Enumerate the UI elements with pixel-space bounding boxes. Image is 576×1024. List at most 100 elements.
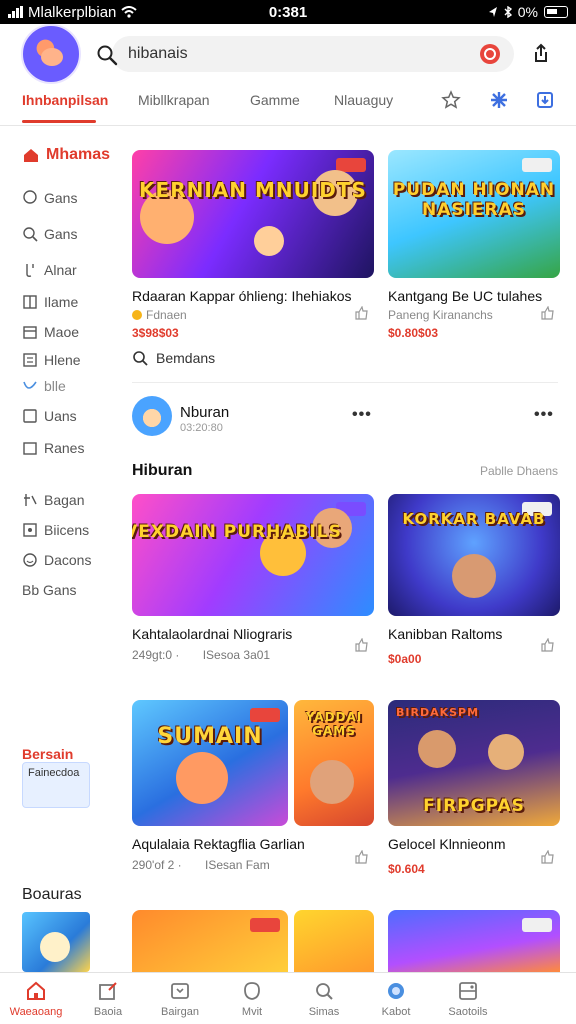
game-meta: 290'of 2 · ISesan Fam [132, 858, 270, 872]
publisher-row[interactable]: Nburan 03:20:80 ••• ••• [132, 394, 558, 440]
publisher-name[interactable]: Nburan [180, 404, 229, 421]
search-input[interactable] [128, 45, 458, 63]
game-art-subtitle: BIRDAKSPM [396, 706, 480, 719]
nav-item-7[interactable]: Saotoils [432, 973, 504, 1024]
sidebar-item-5[interactable]: Maoe [22, 324, 79, 340]
profile-avatar[interactable] [21, 24, 81, 84]
menu-badge [522, 918, 552, 932]
chat-icon [23, 190, 37, 204]
search-bar[interactable] [112, 36, 514, 72]
sidebar-item-10[interactable]: Bagan [22, 492, 84, 508]
coin-icon [132, 310, 142, 320]
search-icon[interactable] [96, 44, 118, 66]
battery-percent: 0% [517, 4, 538, 20]
game-title[interactable]: Gelocel Klnnieonm [388, 836, 560, 852]
star-icon[interactable] [441, 90, 461, 110]
like-icon[interactable] [540, 850, 554, 864]
puzzle-icon[interactable] [489, 90, 509, 110]
game-thumbnail: KORKAR BAVAB [388, 494, 560, 616]
publisher-avatar[interactable] [132, 396, 172, 436]
section-see-all-link[interactable]: Pablle Dhaens [480, 464, 558, 478]
sidebar-item-6[interactable]: Hlene [22, 352, 81, 368]
menu-badge [522, 158, 552, 172]
game-developer: Paneng Kirananchs [388, 308, 493, 322]
game-title[interactable]: Kanibban Raltoms [388, 626, 560, 642]
game-thumbnail: PUDAN HIONAN NASIERAS [388, 150, 560, 278]
sidebar-item-7[interactable]: blle [22, 378, 66, 394]
bluetooth-icon [504, 6, 512, 18]
like-icon[interactable] [354, 306, 368, 320]
sidebar-item-9[interactable]: Ranes [22, 440, 84, 456]
more-options-icon[interactable]: ••• [352, 406, 372, 424]
globe-icon [388, 982, 404, 999]
sidebar-game-thumbnail[interactable] [22, 912, 90, 972]
game-price: $0.604 [388, 862, 425, 876]
list-icon [23, 353, 37, 367]
sidebar-item-2[interactable]: Gans [22, 226, 77, 242]
signal-icon [8, 6, 23, 18]
nav-item-2[interactable]: Baoia [72, 973, 144, 1024]
game-card[interactable]: KORKAR BAVAB Kanibban Raltoms $0a00 [388, 494, 560, 666]
app-header [0, 24, 576, 86]
like-icon[interactable] [540, 638, 554, 652]
sidebar-item-3[interactable]: Alnar [22, 262, 77, 278]
home-icon [27, 981, 45, 1000]
nav-item-4[interactable]: Mvit [216, 973, 288, 1024]
like-icon[interactable] [540, 306, 554, 320]
nav-item-6[interactable]: Kabot [360, 973, 432, 1024]
game-title[interactable]: Kahtalaolardnai Nliograris [132, 626, 374, 642]
game-thumbnail [388, 910, 560, 972]
sidebar-item-8[interactable]: Uans [22, 408, 77, 424]
search-icon [23, 227, 38, 242]
shield-icon [244, 981, 260, 1000]
tab-mibllkrapan[interactable]: Mibllkrapan [138, 92, 210, 108]
game-art-title: SUMAIN [157, 724, 263, 749]
divider [132, 382, 558, 383]
game-card[interactable]: SUMAIN YADDAI GAMS Aqulalaia Rektagflia … [132, 700, 374, 872]
search-suggestion[interactable]: Bemdans [132, 350, 215, 366]
game-card[interactable]: VEXDAIN PURHABILS Kahtalaolardnai Nliogr… [132, 494, 374, 662]
sidebar-promo-title[interactable]: Bersain [22, 746, 73, 762]
like-icon[interactable] [354, 850, 368, 864]
game-thumbnail [132, 910, 288, 972]
message-icon [23, 409, 37, 423]
game-title[interactable]: Rdaaran Kappar óhlieng: Ihehiakos [132, 288, 374, 304]
game-card[interactable] [132, 910, 374, 972]
calendar-icon [23, 326, 37, 339]
game-meta: 249gt:0 · ISesoa 3a01 [132, 648, 271, 662]
game-card[interactable]: PUDAN HIONAN NASIERAS Kantgang Be UC tul… [388, 150, 560, 340]
tab-hiburan[interactable]: Ihnbanpilsan [22, 92, 108, 108]
sidebar-heading[interactable]: Mhamas [22, 146, 110, 164]
game-title[interactable]: Aqulalaia Rektagflia Garlian [132, 836, 374, 852]
search-icon [133, 351, 148, 366]
edit-icon [99, 981, 117, 1000]
sidebar-item-1[interactable]: Gans [22, 190, 77, 206]
voice-search-icon[interactable] [480, 44, 500, 64]
share-icon[interactable] [530, 42, 552, 64]
nav-home[interactable]: Waeaoang [0, 973, 72, 1024]
nav-item-5[interactable]: Simas [288, 973, 360, 1024]
download-icon[interactable] [535, 90, 555, 110]
game-title[interactable]: Kantgang Be UC tulahes [388, 288, 560, 304]
tab-nlauaguy[interactable]: Nlauaguy [334, 92, 393, 108]
tab-gamme[interactable]: Gamme [250, 92, 300, 108]
new-badge [250, 708, 280, 722]
more-options-icon[interactable]: ••• [534, 406, 554, 424]
sidebar-item-13[interactable]: Bb Gans [22, 582, 76, 598]
game-card[interactable]: KERNIAN MNUIDTS Rdaaran Kappar óhlieng: … [132, 150, 374, 340]
battery-icon [544, 6, 568, 18]
sidebar-promo-card[interactable]: Fainecdoa [22, 762, 90, 808]
game-thumbnail: KERNIAN MNUIDTS [132, 150, 374, 278]
game-controller-icon [171, 982, 189, 999]
nav-item-3[interactable]: Bairgan [144, 973, 216, 1024]
game-card[interactable] [388, 910, 560, 972]
sidebar-item-12[interactable]: Dacons [22, 552, 91, 568]
book-icon [23, 295, 37, 309]
game-thumbnail: SUMAIN [132, 700, 288, 826]
sidebar-item-4[interactable]: Ilame [22, 294, 78, 310]
wave-icon [23, 381, 37, 389]
sidebar-item-11[interactable]: Biicens [22, 522, 89, 538]
like-icon[interactable] [354, 638, 368, 652]
game-thumbnail: VEXDAIN PURHABILS [132, 494, 374, 616]
game-card[interactable]: BIRDAKSPM FIRPGPAS Gelocel Klnnieonm $0.… [388, 700, 560, 876]
